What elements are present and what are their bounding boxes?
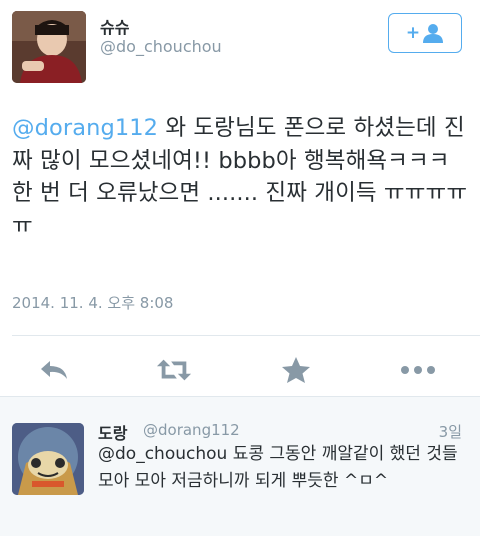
author-avatar-image — [12, 11, 86, 83]
reply-time: 3일 — [438, 423, 462, 441]
author-avatar[interactable] — [12, 11, 86, 83]
star-icon — [282, 357, 310, 383]
reply-tweet[interactable]: 도랑 @dorang112 3일 @do_chouchou 됴콩 그동안 깨알같… — [0, 396, 480, 536]
tweet-mention-link[interactable]: @dorang112 — [12, 115, 158, 141]
retweet-button[interactable] — [156, 354, 192, 386]
follow-icon — [423, 24, 444, 43]
tweet-timestamp: 2014. 11. 4. 오후 8:08 — [12, 294, 174, 312]
follow-button[interactable]: + — [388, 13, 462, 53]
tweet-actions — [0, 346, 480, 396]
reply-author-handle[interactable]: @dorang112 — [143, 421, 240, 439]
reply-avatar-image — [12, 423, 84, 495]
author-name[interactable]: 슈슈 — [100, 14, 129, 38]
retweet-icon — [156, 359, 192, 381]
favorite-button[interactable] — [278, 354, 314, 386]
more-button[interactable] — [400, 354, 436, 386]
plus-icon: + — [405, 22, 421, 43]
more-icon — [401, 366, 435, 374]
tweet-text: @dorang112 와 도랑님도 폰으로 하셨는데 진짜 많이 모으셨네여!!… — [12, 112, 472, 242]
reply-text: @do_chouchou 됴콩 그동안 깨알같이 했던 것들 모아 모아 저금하… — [98, 444, 458, 491]
main-tweet: 슈슈 @do_chouchou + @dorang112 와 도랑님도 폰으로 … — [0, 0, 480, 396]
divider — [12, 335, 480, 336]
reply-icon — [41, 361, 67, 379]
reply-button[interactable] — [36, 354, 72, 386]
reply-avatar[interactable] — [12, 423, 84, 495]
author-handle[interactable]: @do_chouchou — [100, 37, 222, 56]
